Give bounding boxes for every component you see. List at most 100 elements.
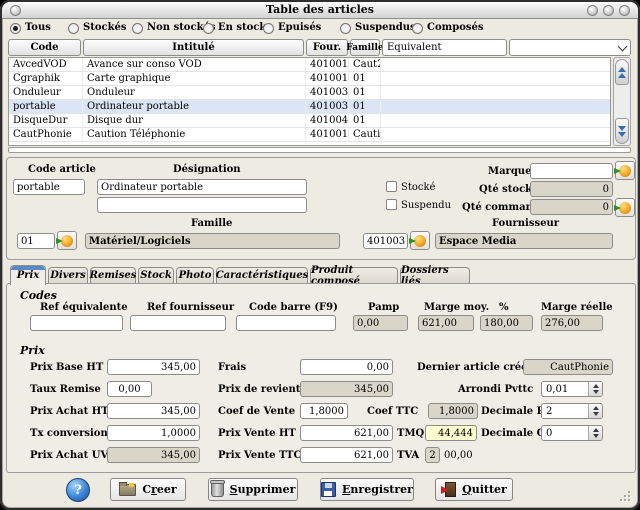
tmq-field[interactable]: 44,444 xyxy=(425,425,477,441)
code-barre-label: Code barre (F9) xyxy=(249,302,338,313)
code-barre-combobox[interactable] xyxy=(236,315,336,331)
qte-commande-lookup-button[interactable] xyxy=(614,198,635,217)
prix-vente-ttc-field[interactable]: 621,00 xyxy=(300,447,393,463)
supprimer-button[interactable]: Supprimer xyxy=(208,478,298,501)
scroll-up-button[interactable] xyxy=(615,59,629,85)
tab-stock[interactable]: Stock xyxy=(138,267,174,284)
prix-vente-ht-field[interactable]: 621,00 xyxy=(300,425,393,441)
famille-lookup-button[interactable] xyxy=(56,231,77,250)
table-row-selected[interactable]: portable Ordinateur portable 401003 01 xyxy=(9,100,610,114)
decimale-prix-stepper[interactable]: 2 xyxy=(541,403,603,419)
radio-suspendus[interactable] xyxy=(340,23,351,34)
table-row[interactable]: AvcedVOD Avance sur conso VOD 401001 Cau… xyxy=(9,58,610,72)
code-article-field[interactable]: portable xyxy=(13,179,85,195)
coef-vente-field[interactable]: 1,8000 xyxy=(300,403,348,419)
cell-equivalent xyxy=(381,86,610,99)
designation-field-2[interactable] xyxy=(97,197,307,213)
tab-caracteristiques[interactable]: Caractéristiques xyxy=(216,267,308,284)
table-row[interactable]: Cgraphik Carte graphique 401001 01 xyxy=(9,72,610,86)
designation-field[interactable]: Ordinateur portable xyxy=(97,179,307,195)
prix-achat-ht-label: Prix Achat HT xyxy=(30,406,109,417)
marge-reelle-field: 276,00 xyxy=(541,315,603,331)
tab-photo[interactable]: Photo xyxy=(176,267,214,284)
minimize-button[interactable] xyxy=(587,5,598,16)
pamp-field: 0,00 xyxy=(353,315,408,331)
tab-dossiers-lies[interactable]: Dossiers liés xyxy=(400,265,470,287)
enregistrer-button[interactable]: Enregistrer xyxy=(320,478,414,501)
tva-code-field[interactable]: 2 xyxy=(425,447,440,463)
table-row[interactable]: DisqueDur Disque dur 401004 01 xyxy=(9,114,610,128)
stocke-checkbox[interactable] xyxy=(386,181,397,192)
maximize-button[interactable] xyxy=(603,5,614,16)
decimale-prix-value: 2 xyxy=(546,405,553,417)
radio-tous-label: Tous xyxy=(25,22,51,33)
cell-famille: Caut2 xyxy=(349,58,381,71)
taux-remise-field[interactable]: 0,00 xyxy=(107,381,152,397)
resize-grip[interactable] xyxy=(620,491,632,503)
frais-field[interactable]: 0,00 xyxy=(300,359,393,375)
column-header-four[interactable]: Four. xyxy=(306,39,348,56)
prix-achat-uv-field: 345,00 xyxy=(107,447,200,463)
ref-fournisseur-label: Ref fournisseur xyxy=(147,302,235,313)
exit-door-icon xyxy=(441,482,457,497)
radio-composes[interactable] xyxy=(412,23,423,34)
prix-revient-label: Prix de revient xyxy=(218,384,301,395)
close-button[interactable] xyxy=(619,5,630,16)
column-header-code[interactable]: Code xyxy=(8,39,81,56)
ref-fournisseur-field[interactable] xyxy=(130,315,226,331)
help-button[interactable]: ? xyxy=(66,478,90,502)
equivalent-filter-combobox[interactable]: Equivalent xyxy=(382,39,507,56)
radio-non-stockes[interactable] xyxy=(132,23,143,34)
quitter-label: Quitter xyxy=(462,483,507,496)
cell-four: 401003 xyxy=(306,100,349,113)
dernier-article-label: Dernier article crée xyxy=(417,362,528,373)
scroll-down-button[interactable] xyxy=(615,118,629,144)
cell-famille: 01 xyxy=(349,114,381,127)
spinner-up-down-buttons[interactable] xyxy=(588,404,602,418)
column-header-intitule[interactable]: Intitulé xyxy=(83,39,304,56)
fournisseur-code-field[interactable]: 401003 xyxy=(363,233,408,249)
cell-equivalent xyxy=(381,58,610,71)
qte-stock-label: Qté stock xyxy=(479,184,533,195)
spinner-up-down-buttons[interactable] xyxy=(588,382,602,396)
articles-table: AvcedVOD Avance sur conso VOD 401001 Cau… xyxy=(8,57,611,146)
table-scrollbar[interactable] xyxy=(613,57,631,146)
radio-epuises-label: Epuisés xyxy=(278,22,322,33)
cell-equivalent xyxy=(381,100,610,113)
marge-moy-label: Marge moy. xyxy=(424,302,490,313)
table-row[interactable]: Onduleur Onduleur 401003 01 xyxy=(9,86,610,100)
famille-code-field[interactable]: 01 xyxy=(17,233,55,249)
tab-divers[interactable]: Divers xyxy=(48,267,88,284)
marque-lookup-button[interactable] xyxy=(614,161,635,180)
arrondi-pvttc-stepper[interactable]: 0,01 xyxy=(541,381,603,397)
creer-button[interactable]: Creer xyxy=(110,478,186,501)
tx-conversion-field[interactable]: 1,0000 xyxy=(107,425,200,441)
tab-prix[interactable]: Prix xyxy=(10,265,46,285)
radio-epuises[interactable] xyxy=(263,23,274,34)
radio-tous[interactable] xyxy=(10,23,21,34)
table-filter-dropdown[interactable] xyxy=(509,39,631,56)
cell-famille: 01 xyxy=(349,100,381,113)
marque-field[interactable] xyxy=(530,163,613,179)
tab-remises[interactable]: Remises xyxy=(90,267,136,284)
horizontal-scrollbar[interactable] xyxy=(8,147,631,153)
decimale-qte-stepper[interactable]: 0 xyxy=(541,425,603,441)
suspendu-checkbox[interactable] xyxy=(386,199,397,210)
prix-base-ht-field[interactable]: 345,00 xyxy=(107,359,200,375)
radio-stockes[interactable] xyxy=(68,23,79,34)
radio-suspendus-label: Suspendus xyxy=(355,22,416,33)
ref-equivalente-field[interactable] xyxy=(30,315,123,331)
fournisseur-lookup-button[interactable] xyxy=(409,231,430,250)
spinner-up-down-buttons[interactable] xyxy=(588,426,602,440)
coef-ttc-field: 1,8000 xyxy=(428,403,478,419)
tab-produit-compose[interactable]: Produit composé xyxy=(310,265,398,287)
cell-famille: Cauti xyxy=(349,128,381,141)
qte-stock-field: 0 xyxy=(530,181,613,197)
title-bar[interactable]: Table des articles xyxy=(2,2,638,19)
radio-en-stock[interactable] xyxy=(203,23,214,34)
radio-stockes-label: Stockés xyxy=(83,22,127,33)
prix-achat-ht-field[interactable]: 345,00 xyxy=(107,403,200,419)
quitter-button[interactable]: Quitter xyxy=(435,478,513,501)
table-row[interactable]: CautPhonie Caution Téléphonie 401001 Cau… xyxy=(9,128,610,142)
column-header-famille[interactable]: Famille xyxy=(346,39,384,56)
